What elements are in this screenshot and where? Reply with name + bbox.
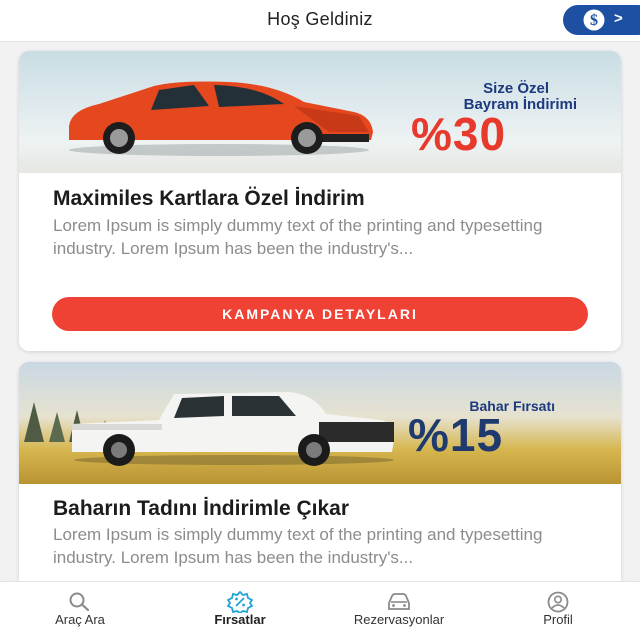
- bottom-navigation: Araç Ara Fırsatlar Rezervasyonlar Profil: [0, 581, 640, 640]
- bank-shortcut-button[interactable]: $ >: [563, 5, 640, 35]
- white-pickup-truck-image: [72, 392, 394, 466]
- nav-item-rezervasyonlar[interactable]: Rezervasyonlar: [327, 582, 471, 640]
- car-icon: [388, 593, 410, 610]
- chevron-right-icon: >: [614, 10, 623, 27]
- campaign-description: Lorem Ipsum is simply dummy text of the …: [53, 216, 543, 258]
- nav-item-label: Profil: [543, 612, 573, 627]
- search-icon: [69, 592, 90, 612]
- campaign-details-button[interactable]: KAMPANYA DETAYLARI: [52, 297, 588, 331]
- svg-text:$: $: [590, 12, 598, 29]
- discount-percent: %30: [411, 108, 507, 160]
- campaign-description: Lorem Ipsum is simply dummy text of the …: [53, 525, 543, 567]
- promo-line-1: Size Özel: [483, 80, 549, 97]
- nav-item-label: Rezervasyonlar: [353, 612, 445, 627]
- campaign-card[interactable]: Bahar Fırsatı %15 Baharın Tadını İndirim…: [19, 362, 621, 602]
- isbank-logo-icon: $: [583, 9, 605, 31]
- nav-item-firsatlar[interactable]: Fırsatlar: [190, 582, 290, 640]
- nav-item-label: Araç Ara: [55, 612, 105, 627]
- campaign-title: Baharın Tadını İndirimle Çıkar: [53, 497, 350, 520]
- nav-item-arac-ara[interactable]: Araç Ara: [30, 582, 130, 640]
- campaign-card[interactable]: Size Özel Bayram İndirimi %30 Maximiles …: [19, 51, 621, 351]
- discount-percent: %15: [408, 409, 504, 461]
- campaign-title: Maximiles Kartlara Özel İndirim: [53, 187, 365, 210]
- campaign-banner: Bahar Fırsatı %15: [19, 362, 621, 484]
- app-header: Hoş Geldiniz $ >: [0, 0, 640, 42]
- profile-icon: [547, 591, 569, 613]
- red-hatchback-car-image: [69, 81, 373, 156]
- discount-badge-icon: [227, 591, 253, 613]
- campaign-banner: Size Özel Bayram İndirimi %30: [19, 51, 621, 173]
- nav-item-profil[interactable]: Profil: [518, 582, 598, 640]
- nav-item-label: Fırsatlar: [214, 612, 266, 627]
- page-title: Hoş Geldiniz: [267, 9, 373, 29]
